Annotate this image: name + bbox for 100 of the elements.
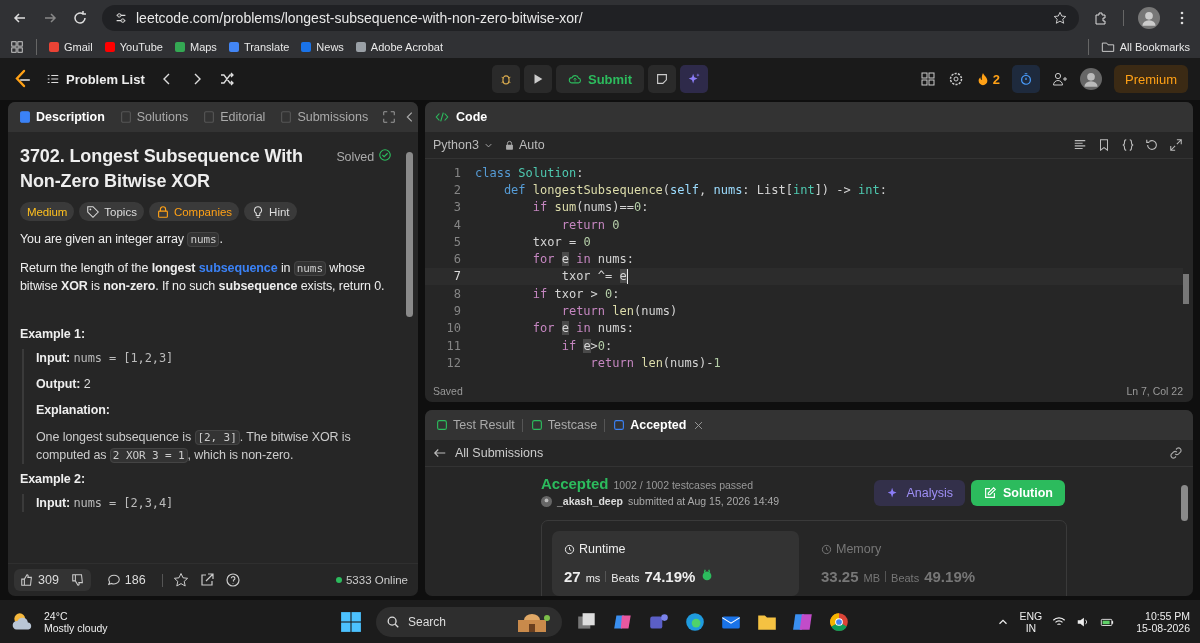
bookmark[interactable]: Translate xyxy=(228,40,290,53)
user-avatar[interactable] xyxy=(1080,68,1102,90)
apps-icon[interactable] xyxy=(10,39,24,54)
link-icon[interactable] xyxy=(1169,446,1183,460)
code-line[interactable]: for e in nums: xyxy=(475,321,634,336)
companies-tag[interactable]: Companies xyxy=(148,202,240,222)
settings-icon[interactable] xyxy=(947,71,964,87)
line-number: 4 xyxy=(452,217,462,232)
example-title: Example 1: xyxy=(20,325,86,343)
auto-mode[interactable]: Auto xyxy=(503,138,545,152)
bookmark[interactable]: YouTube xyxy=(104,40,163,53)
stat-value: 33.25 xyxy=(821,568,859,585)
edge-icon[interactable] xyxy=(684,610,706,633)
hint-tag[interactable]: Hint xyxy=(244,202,297,222)
profile-avatar[interactable] xyxy=(1138,6,1160,29)
code-line[interactable]: return len(nums) xyxy=(475,304,678,318)
save-status: Saved xyxy=(433,385,463,397)
address-bar[interactable]: leetcode.com/problems/longest-subsequence-with-non-zero-bitwise-xor/ xyxy=(102,4,1079,31)
tab-icon xyxy=(529,418,544,432)
stat-tile[interactable]: Runtime 27 ms Beats 74.19% xyxy=(552,531,799,596)
username-link[interactable]: _akash_deep xyxy=(557,495,623,507)
result-tab[interactable]: Test Result xyxy=(435,418,515,432)
chrome-icon[interactable] xyxy=(828,610,850,633)
panel-tab[interactable]: Editorial xyxy=(202,110,266,124)
subsequence-link[interactable]: subsequence xyxy=(198,260,278,275)
testcases-passed: 1002 / 1002 testcases passed xyxy=(613,479,754,491)
ai-button[interactable] xyxy=(680,65,709,93)
example-line: Input: nums = [2,3,4] xyxy=(36,494,175,512)
bookmark-icon[interactable] xyxy=(1097,138,1111,152)
shuffle-icon[interactable] xyxy=(218,71,235,87)
bookmark[interactable]: Gmail xyxy=(49,40,93,53)
star-icon[interactable] xyxy=(172,572,189,588)
premium-button[interactable]: Premium xyxy=(1114,65,1188,93)
scrollbar-thumb[interactable] xyxy=(1183,274,1189,304)
reload-icon[interactable] xyxy=(72,9,88,26)
example-line: Output: 2 xyxy=(36,376,92,394)
star-icon[interactable] xyxy=(1053,10,1067,25)
bookmark[interactable]: News xyxy=(301,40,344,53)
code-line[interactable]: if sum(nums)==0: xyxy=(475,200,649,215)
explanation-label: Explanation: xyxy=(36,403,110,418)
close-icon[interactable] xyxy=(693,419,705,431)
panel-tab[interactable]: Solutions xyxy=(118,110,189,124)
code-line[interactable]: txor = 0 xyxy=(475,234,591,249)
cursor-position: Ln 7, Col 22 xyxy=(1126,385,1183,397)
code-line[interactable]: def longestSubsequence(self, nums: List[int]) -> int: xyxy=(475,182,887,197)
analysis-button[interactable]: Analysis xyxy=(874,479,965,506)
debug-button[interactable] xyxy=(491,65,520,93)
code-line[interactable]: return len(nums)-1 xyxy=(475,355,721,370)
code-icon xyxy=(435,110,449,124)
panel-tab[interactable]: Description xyxy=(18,110,105,124)
code-line[interactable]: for e in nums: xyxy=(475,252,634,267)
all-bookmarks-button[interactable]: All Bookmarks xyxy=(1100,39,1190,54)
all-submissions-link[interactable]: All Submissions xyxy=(433,446,544,460)
code-line[interactable]: txor ^= e xyxy=(475,268,628,284)
panel-tab[interactable]: Submissions xyxy=(279,110,369,124)
add-user-icon[interactable] xyxy=(1052,71,1068,87)
check-circle-icon xyxy=(378,148,392,162)
search-field[interactable]: Search xyxy=(376,606,562,637)
arrow-left-icon xyxy=(433,446,447,460)
tab-icon xyxy=(118,110,133,124)
result-tab[interactable]: Testcase xyxy=(529,418,598,432)
timer-button[interactable] xyxy=(1012,65,1040,93)
expand-icon[interactable] xyxy=(382,110,397,124)
comments-button[interactable]: 186 xyxy=(100,569,152,591)
share-icon[interactable] xyxy=(198,572,215,588)
submission-time: submitted at Aug 15, 2026 14:49 xyxy=(627,495,780,507)
example-line: Input: nums = [1,2,3] xyxy=(36,349,175,367)
result-tab[interactable]: Accepted xyxy=(612,418,687,432)
windows-start-icon[interactable] xyxy=(340,610,362,633)
braces-icon[interactable] xyxy=(1121,138,1135,152)
code-line[interactable]: if e>0: xyxy=(475,338,613,353)
fullscreen-icon[interactable] xyxy=(1169,138,1183,152)
run-button[interactable] xyxy=(523,65,552,93)
input-language[interactable]: ENG IN xyxy=(1019,609,1043,634)
language-dropdown[interactable]: Python3 xyxy=(433,138,494,152)
leetcode-logo[interactable] xyxy=(12,69,32,89)
line-number: 5 xyxy=(452,234,462,249)
description-paragraph: You are given an integer array nums . xyxy=(20,231,224,249)
streak-counter[interactable]: 2 xyxy=(975,71,1000,87)
code-line[interactable]: class Solution: xyxy=(475,165,584,180)
bookmark[interactable]: Maps xyxy=(174,40,217,53)
line-number: 3 xyxy=(452,200,462,215)
line-number: 1 xyxy=(452,165,462,180)
bookmark[interactable]: Adobe Acrobat xyxy=(355,40,443,53)
notes-button[interactable] xyxy=(648,65,677,93)
problem-list-button[interactable]: Problem List xyxy=(46,71,145,87)
code-tab[interactable]: Code xyxy=(456,110,488,124)
format-icon[interactable] xyxy=(1073,138,1087,152)
layout-icon[interactable] xyxy=(919,71,936,87)
submit-button[interactable]: Submit xyxy=(555,65,645,93)
clock[interactable]: 10:55 PM 15-08-2026 xyxy=(1136,609,1190,634)
reset-icon[interactable] xyxy=(1145,138,1159,152)
code-line[interactable]: return 0 xyxy=(475,217,620,232)
note-icon xyxy=(655,72,670,86)
line-number: 7 xyxy=(452,269,462,284)
code-line[interactable]: if txor > 0: xyxy=(475,286,620,301)
help-icon[interactable] xyxy=(224,572,241,588)
extensions-icon[interactable] xyxy=(1093,9,1109,26)
topics-tag[interactable]: Topics xyxy=(79,202,144,222)
thumbs-down-icon xyxy=(70,573,85,587)
